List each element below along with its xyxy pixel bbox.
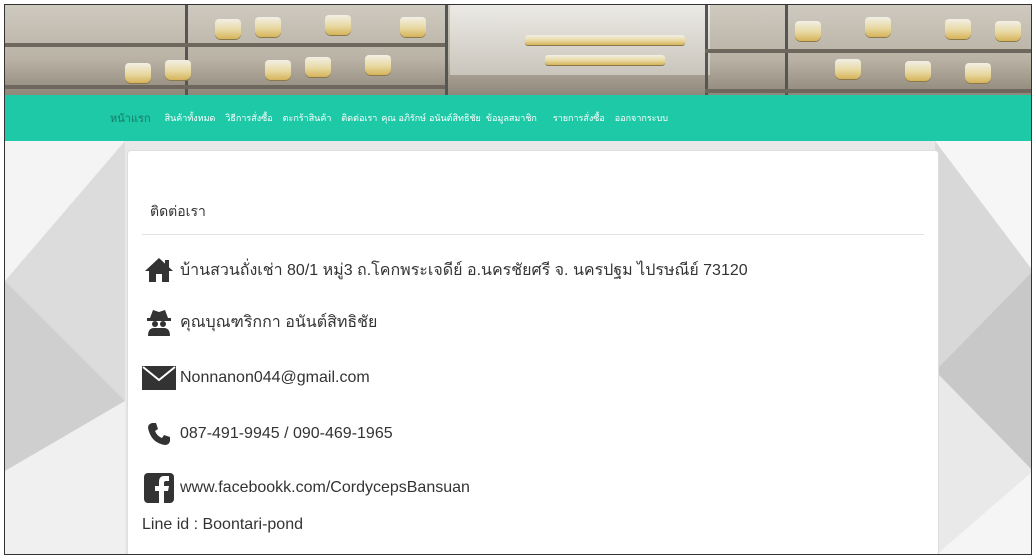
banner-jar [400, 17, 426, 37]
banner-jar [215, 19, 241, 39]
nav-contact[interactable]: ติดต่อเรา [341, 111, 377, 125]
banner-jar [365, 55, 391, 75]
banner-jar [165, 60, 191, 80]
banner-jar-row [545, 55, 665, 65]
facebook-text[interactable]: www.facebookk.com/CordycepsBansuan [180, 479, 470, 497]
banner-jar [305, 57, 331, 77]
top-navbar: หน้าแรก สินค้าทั้งหมด วิธีการสั่งซื้อ ตะ… [5, 95, 1031, 141]
address-row: บ้านสวนถั่งเช่า 80/1 หมู่3 ถ.โคกพระเจดีย… [142, 255, 748, 285]
nav-member-info[interactable]: ข้อมูลสมาชิก [486, 111, 537, 125]
banner-jar [265, 60, 291, 80]
banner-jar [125, 63, 151, 83]
banner-jar [865, 17, 891, 37]
person-row: คุณบุณฑริกกา อนันต์สิทธิชัย [142, 307, 377, 337]
nav-user-name[interactable]: คุณ อภิรักษ์ อนันต์สิทธิชัย [381, 111, 481, 125]
banner-jar [905, 61, 931, 81]
banner-jar [945, 19, 971, 39]
banner-rack [185, 5, 188, 95]
banner-jar [795, 21, 821, 41]
nav-all-products[interactable]: สินค้าทั้งหมด [165, 111, 216, 125]
banner-jar [965, 63, 991, 83]
phone-row: 087-491-9945 / 090-469-1965 [142, 419, 393, 449]
phone-text: 087-491-9945 / 090-469-1965 [180, 425, 393, 442]
banner-shelf [5, 43, 445, 47]
banner-rack [445, 5, 448, 95]
nav-order-list[interactable]: รายการสั่งซื้อ [553, 111, 605, 125]
email-text: Nonnanon044@gmail.com [180, 369, 370, 386]
browser-frame: หน้าแรก สินค้าทั้งหมด วิธีการสั่งซื้อ ตะ… [4, 4, 1032, 555]
nav-how-to-order[interactable]: วิธีการสั่งซื้อ [225, 111, 272, 125]
banner-jar [325, 15, 351, 35]
banner-jar-row [525, 35, 685, 45]
banner-shelf [705, 49, 1031, 53]
nav-logout[interactable]: ออกจากระบบ [615, 111, 668, 125]
contact-card: ติดต่อเรา บ้านสวนถั่งเช่า 80/1 หมู่3 ถ.โ… [127, 150, 939, 554]
person-text: คุณบุณฑริกกา อนันต์สิทธิชัย [180, 313, 378, 331]
contact-title: ติดต่อเรา [150, 204, 206, 220]
banner-jar [835, 59, 861, 79]
nav-cart[interactable]: ตะกร้าสินค้า [283, 111, 332, 125]
banner-shelf [5, 85, 445, 89]
address-text: บ้านสวนถั่งเช่า 80/1 หมู่3 ถ.โคกพระเจดีย… [180, 261, 748, 279]
nav-home[interactable]: หน้าแรก [110, 109, 151, 127]
header-banner [5, 5, 1031, 95]
home-icon [142, 255, 176, 285]
banner-jar [255, 17, 281, 37]
nav-menu: หน้าแรก สินค้าทั้งหมด วิธีการสั่งซื้อ ตะ… [110, 95, 678, 141]
phone-icon [142, 419, 176, 449]
email-row: Nonnanon044@gmail.com [142, 363, 370, 393]
facebook-row: www.facebookk.com/CordycepsBansuan [142, 473, 470, 503]
envelope-icon [142, 363, 176, 393]
line-id-text: Line id : Boontari-pond [142, 516, 303, 533]
spy-user-icon [142, 307, 176, 337]
facebook-icon [142, 473, 176, 503]
banner-shelf [705, 89, 1031, 93]
title-divider [142, 234, 924, 235]
banner-jar [995, 21, 1021, 41]
